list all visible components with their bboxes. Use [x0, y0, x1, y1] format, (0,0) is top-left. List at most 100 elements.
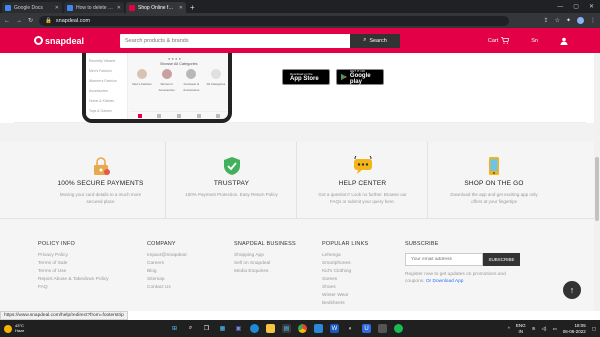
search-button[interactable]: ⌕ Search — [350, 33, 400, 48]
app-promo-banner: Recently Viewed Men's Fashion Women's Fa… — [14, 53, 586, 123]
footer-link[interactable]: Report Abuse & Takedown Policy — [38, 277, 109, 282]
cart-button[interactable]: Cart — [487, 37, 510, 44]
footer-link[interactable]: Sell on Snapdeal — [234, 261, 296, 266]
reload-icon[interactable]: ↻ — [28, 17, 33, 24]
edge-browser-icon[interactable] — [250, 324, 259, 333]
smartphone-icon — [484, 156, 504, 176]
footer-link[interactable]: Media Enquiries — [234, 269, 296, 274]
user-account-icon[interactable] — [560, 37, 568, 45]
footer-link[interactable]: Lehenga — [322, 253, 368, 258]
feature-desc: Moving your card details to a much more … — [59, 192, 142, 204]
forward-icon[interactable]: → — [16, 18, 22, 24]
weather-widget[interactable]: 43°C Haze — [4, 323, 154, 334]
minimize-icon[interactable]: — — [557, 4, 563, 10]
feature-secure-payments[interactable]: 100% SECURE PAYMENTS Moving your card de… — [36, 142, 166, 218]
browser-tab-1[interactable]: Google Docs ✕ — [2, 2, 62, 13]
snapdeal-logo[interactable]: snapdeal — [34, 36, 118, 46]
close-tab-icon[interactable]: ✕ — [117, 5, 121, 11]
feature-desc: 100% Payment Protection. Easy Return Pol… — [185, 192, 278, 197]
page-scrollbar[interactable] — [594, 53, 600, 311]
footer-link[interactable]: Shoes — [322, 285, 368, 290]
battery-icon[interactable]: ▭ — [552, 326, 556, 332]
bookmark-star-icon[interactable]: ☆ — [555, 17, 560, 24]
store-icon[interactable]: ▤ — [282, 324, 291, 333]
account-icon — [216, 113, 221, 118]
file-explorer-icon[interactable] — [266, 324, 275, 333]
footer-link[interactable]: Sitemap — [147, 277, 187, 282]
search-icon: ⌕ — [363, 37, 367, 43]
app-store-button[interactable]: Download on the App Store — [282, 69, 330, 85]
browser-tab-2[interactable]: How to delete snapdeal account ✕ — [64, 2, 124, 13]
subscribe-button[interactable]: SUBSCRIBE — [483, 253, 520, 266]
footer-link[interactable]: Kid's Clothing — [322, 269, 368, 274]
footer-link[interactable]: Smartphones — [322, 261, 368, 266]
download-app-link[interactable]: Or Download App — [426, 279, 464, 284]
language-top: ENG — [515, 323, 526, 329]
footer-column-title: SNAPDEAL BUSINESS — [234, 241, 296, 247]
wifi-icon[interactable]: ≋ — [532, 326, 536, 332]
footer-link[interactable]: Careers — [147, 261, 187, 266]
volume-icon[interactable]: ◁) — [541, 326, 546, 332]
back-icon[interactable]: ← — [4, 18, 10, 24]
profile-avatar[interactable] — [577, 17, 584, 24]
app-store-text: Download on the App Store — [290, 72, 319, 82]
feature-help-center[interactable]: HELP CENTER Got a question? Look no furt… — [298, 142, 428, 218]
clock-date: 06-06-2022 — [562, 328, 586, 334]
footer-link[interactable]: Blog — [147, 269, 187, 274]
spotify-icon[interactable] — [394, 324, 403, 333]
chrome-icon[interactable] — [298, 324, 307, 333]
cart-label: Cart — [487, 37, 499, 44]
language-indicator[interactable]: ENG IN — [516, 323, 526, 334]
footer-link[interactable]: FAQ — [38, 285, 109, 290]
photos-icon[interactable] — [314, 324, 323, 333]
footer-link[interactable]: Contact Us — [147, 285, 187, 290]
feature-title: SHOP ON THE GO — [464, 180, 524, 187]
site-footer: POLICY INFO Privacy Policy Terms of Sale… — [0, 218, 594, 311]
footer-link[interactable]: Winter Wear — [322, 293, 368, 298]
url-text: snapdeal.com — [55, 17, 91, 24]
footer-link[interactable]: Bedsheets — [322, 301, 368, 306]
app-icon[interactable]: ◐ — [346, 324, 355, 333]
footer-subscribe-column: SUBSCRIBE SUBSCRIBE Register now to get … — [405, 241, 525, 289]
footer-link[interactable]: Impact@Snapdeal — [147, 253, 187, 258]
browser-tab-3-active[interactable]: Shop Online for Men, Women & Kids ✕ — [126, 2, 186, 13]
close-tab-icon[interactable]: ✕ — [55, 5, 59, 11]
notifications-icon[interactable]: ▢ — [592, 326, 596, 332]
feature-shop-on-the-go[interactable]: SHOP ON THE GO Download the app and get … — [429, 142, 559, 218]
scrollbar-thumb[interactable] — [595, 157, 599, 221]
word-icon[interactable]: W — [330, 324, 339, 333]
u-app-icon[interactable]: U — [362, 324, 371, 333]
chevron-up-icon[interactable]: ^ — [508, 326, 510, 331]
close-tab-icon[interactable]: ✕ — [179, 5, 183, 11]
search-input[interactable] — [120, 33, 350, 48]
maximize-icon[interactable]: ▢ — [573, 3, 579, 10]
windows-start-icon[interactable]: ⊞ — [170, 324, 179, 333]
footer-link[interactable]: Shopping App — [234, 253, 296, 258]
menu-kebab-icon[interactable]: ⋮ — [590, 17, 596, 24]
email-field[interactable] — [405, 253, 483, 266]
footer-link[interactable]: Privacy Policy — [38, 253, 109, 258]
windows-taskbar: 43°C Haze ⊞ ⌕ ❐ ▦ ▣ ▤ W ◐ U ^ ENG IN ≋ ◁… — [0, 320, 600, 337]
feature-trustpay[interactable]: TRUSTPAY 100% Payment Protection. Easy R… — [167, 142, 297, 218]
new-tab-icon[interactable]: + — [190, 2, 195, 13]
footer-column-title: POLICY INFO — [38, 241, 75, 247]
chat-icon[interactable]: ▣ — [234, 324, 243, 333]
category-thumb-icon — [161, 69, 172, 79]
task-view-icon[interactable]: ❐ — [202, 324, 211, 333]
close-window-icon[interactable]: ✕ — [589, 3, 594, 10]
widgets-icon[interactable]: ▦ — [218, 324, 227, 333]
header-actions: Cart Sn — [488, 37, 568, 45]
share-icon[interactable]: ⇪ — [544, 17, 549, 24]
folder-icon[interactable] — [378, 324, 387, 333]
account-label[interactable]: Sn — [531, 38, 538, 44]
search-icon[interactable]: ⌕ — [186, 324, 195, 333]
snapdeal-logo-icon — [34, 36, 43, 45]
google-play-button[interactable]: GET IT ON Google play — [336, 69, 384, 85]
address-bar[interactable]: 🔒 snapdeal.com — [39, 15, 510, 26]
scroll-to-top-button[interactable]: ↑ — [563, 281, 581, 299]
extensions-icon[interactable]: ✦ — [566, 17, 571, 24]
footer-link[interactable]: Terms of Sale — [38, 261, 109, 266]
clock[interactable]: 18:05 06-06-2022 — [563, 323, 586, 334]
footer-link[interactable]: Sarees — [322, 277, 368, 282]
footer-link[interactable]: Terms of Use — [38, 269, 109, 274]
